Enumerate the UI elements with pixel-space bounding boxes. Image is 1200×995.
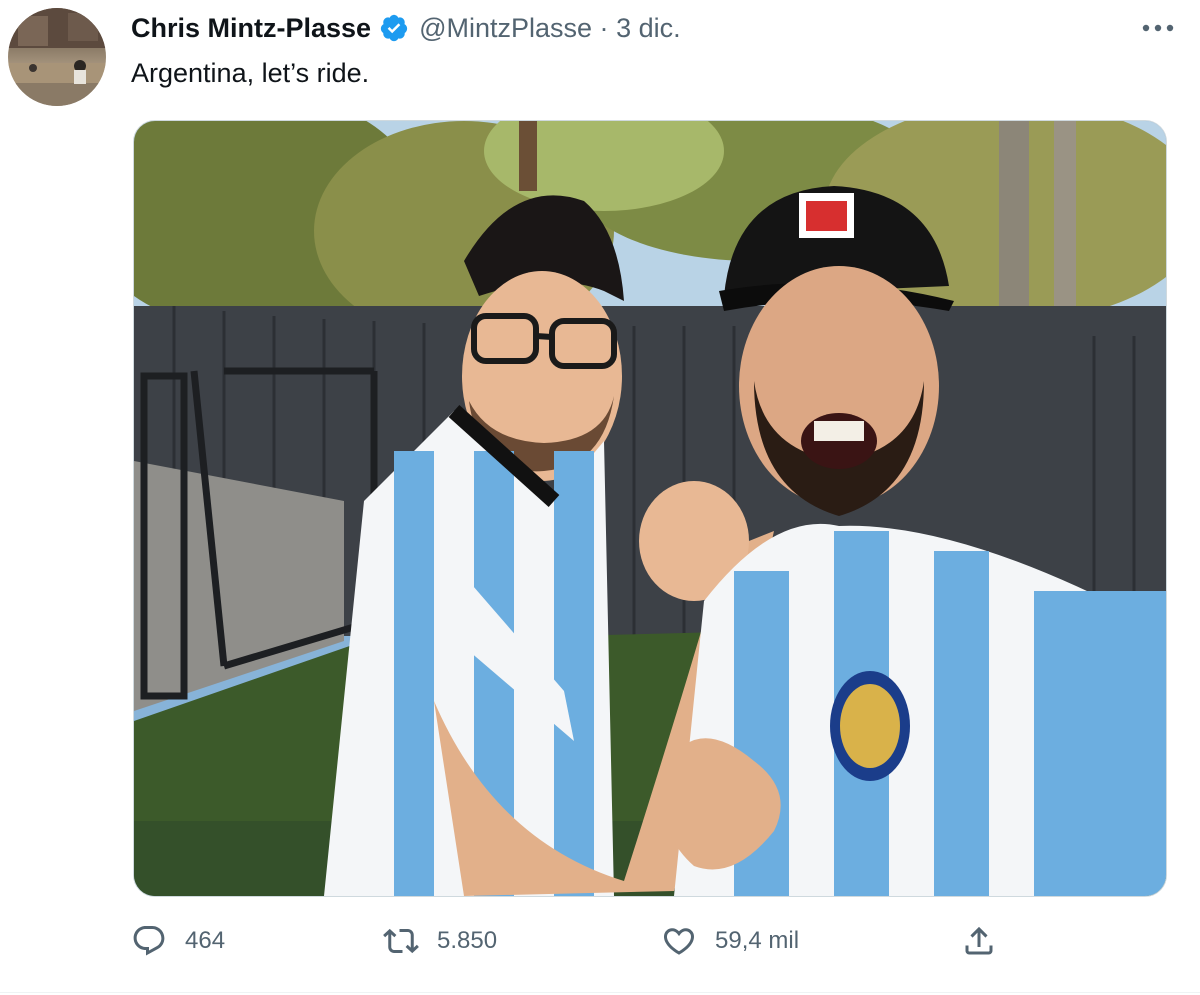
reply-button[interactable]: 464 xyxy=(131,915,225,967)
avatar[interactable] xyxy=(8,8,106,106)
reply-count: 464 xyxy=(185,927,226,954)
tweet-date[interactable]: 3 dic. xyxy=(616,13,681,43)
tweet-header: Chris Mintz-Plasse @MintzPlasse · 3 dic. xyxy=(131,10,681,46)
tweet-text: Argentina, let’s ride. xyxy=(131,58,370,88)
retweet-button[interactable]: 5.850 xyxy=(383,915,497,967)
heart-icon xyxy=(663,928,695,955)
handle-text: @MintzPlasse xyxy=(419,12,593,43)
reply-icon xyxy=(133,926,165,956)
tweet-photo[interactable] xyxy=(133,120,1167,897)
author-handle[interactable]: @MintzPlasse · 3 dic. xyxy=(419,13,681,44)
photo-image xyxy=(134,121,1166,896)
like-count: 59,4 mil xyxy=(715,927,800,954)
author-name[interactable]: Chris Mintz-Plasse xyxy=(131,13,371,44)
verified-badge-icon xyxy=(379,13,409,43)
share-button[interactable] xyxy=(961,915,997,967)
divider xyxy=(0,992,1200,993)
retweet-icon xyxy=(383,928,419,954)
separator-dot: · xyxy=(599,12,609,43)
share-icon xyxy=(965,926,993,955)
more-button[interactable] xyxy=(1138,14,1178,42)
avatar-image xyxy=(8,8,106,106)
like-button[interactable]: 59,4 mil xyxy=(661,915,799,967)
more-icon xyxy=(1142,24,1174,32)
retweet-count: 5.850 xyxy=(437,927,498,954)
tweet-actions: 464 5.850 59,4 mil xyxy=(131,915,1031,967)
